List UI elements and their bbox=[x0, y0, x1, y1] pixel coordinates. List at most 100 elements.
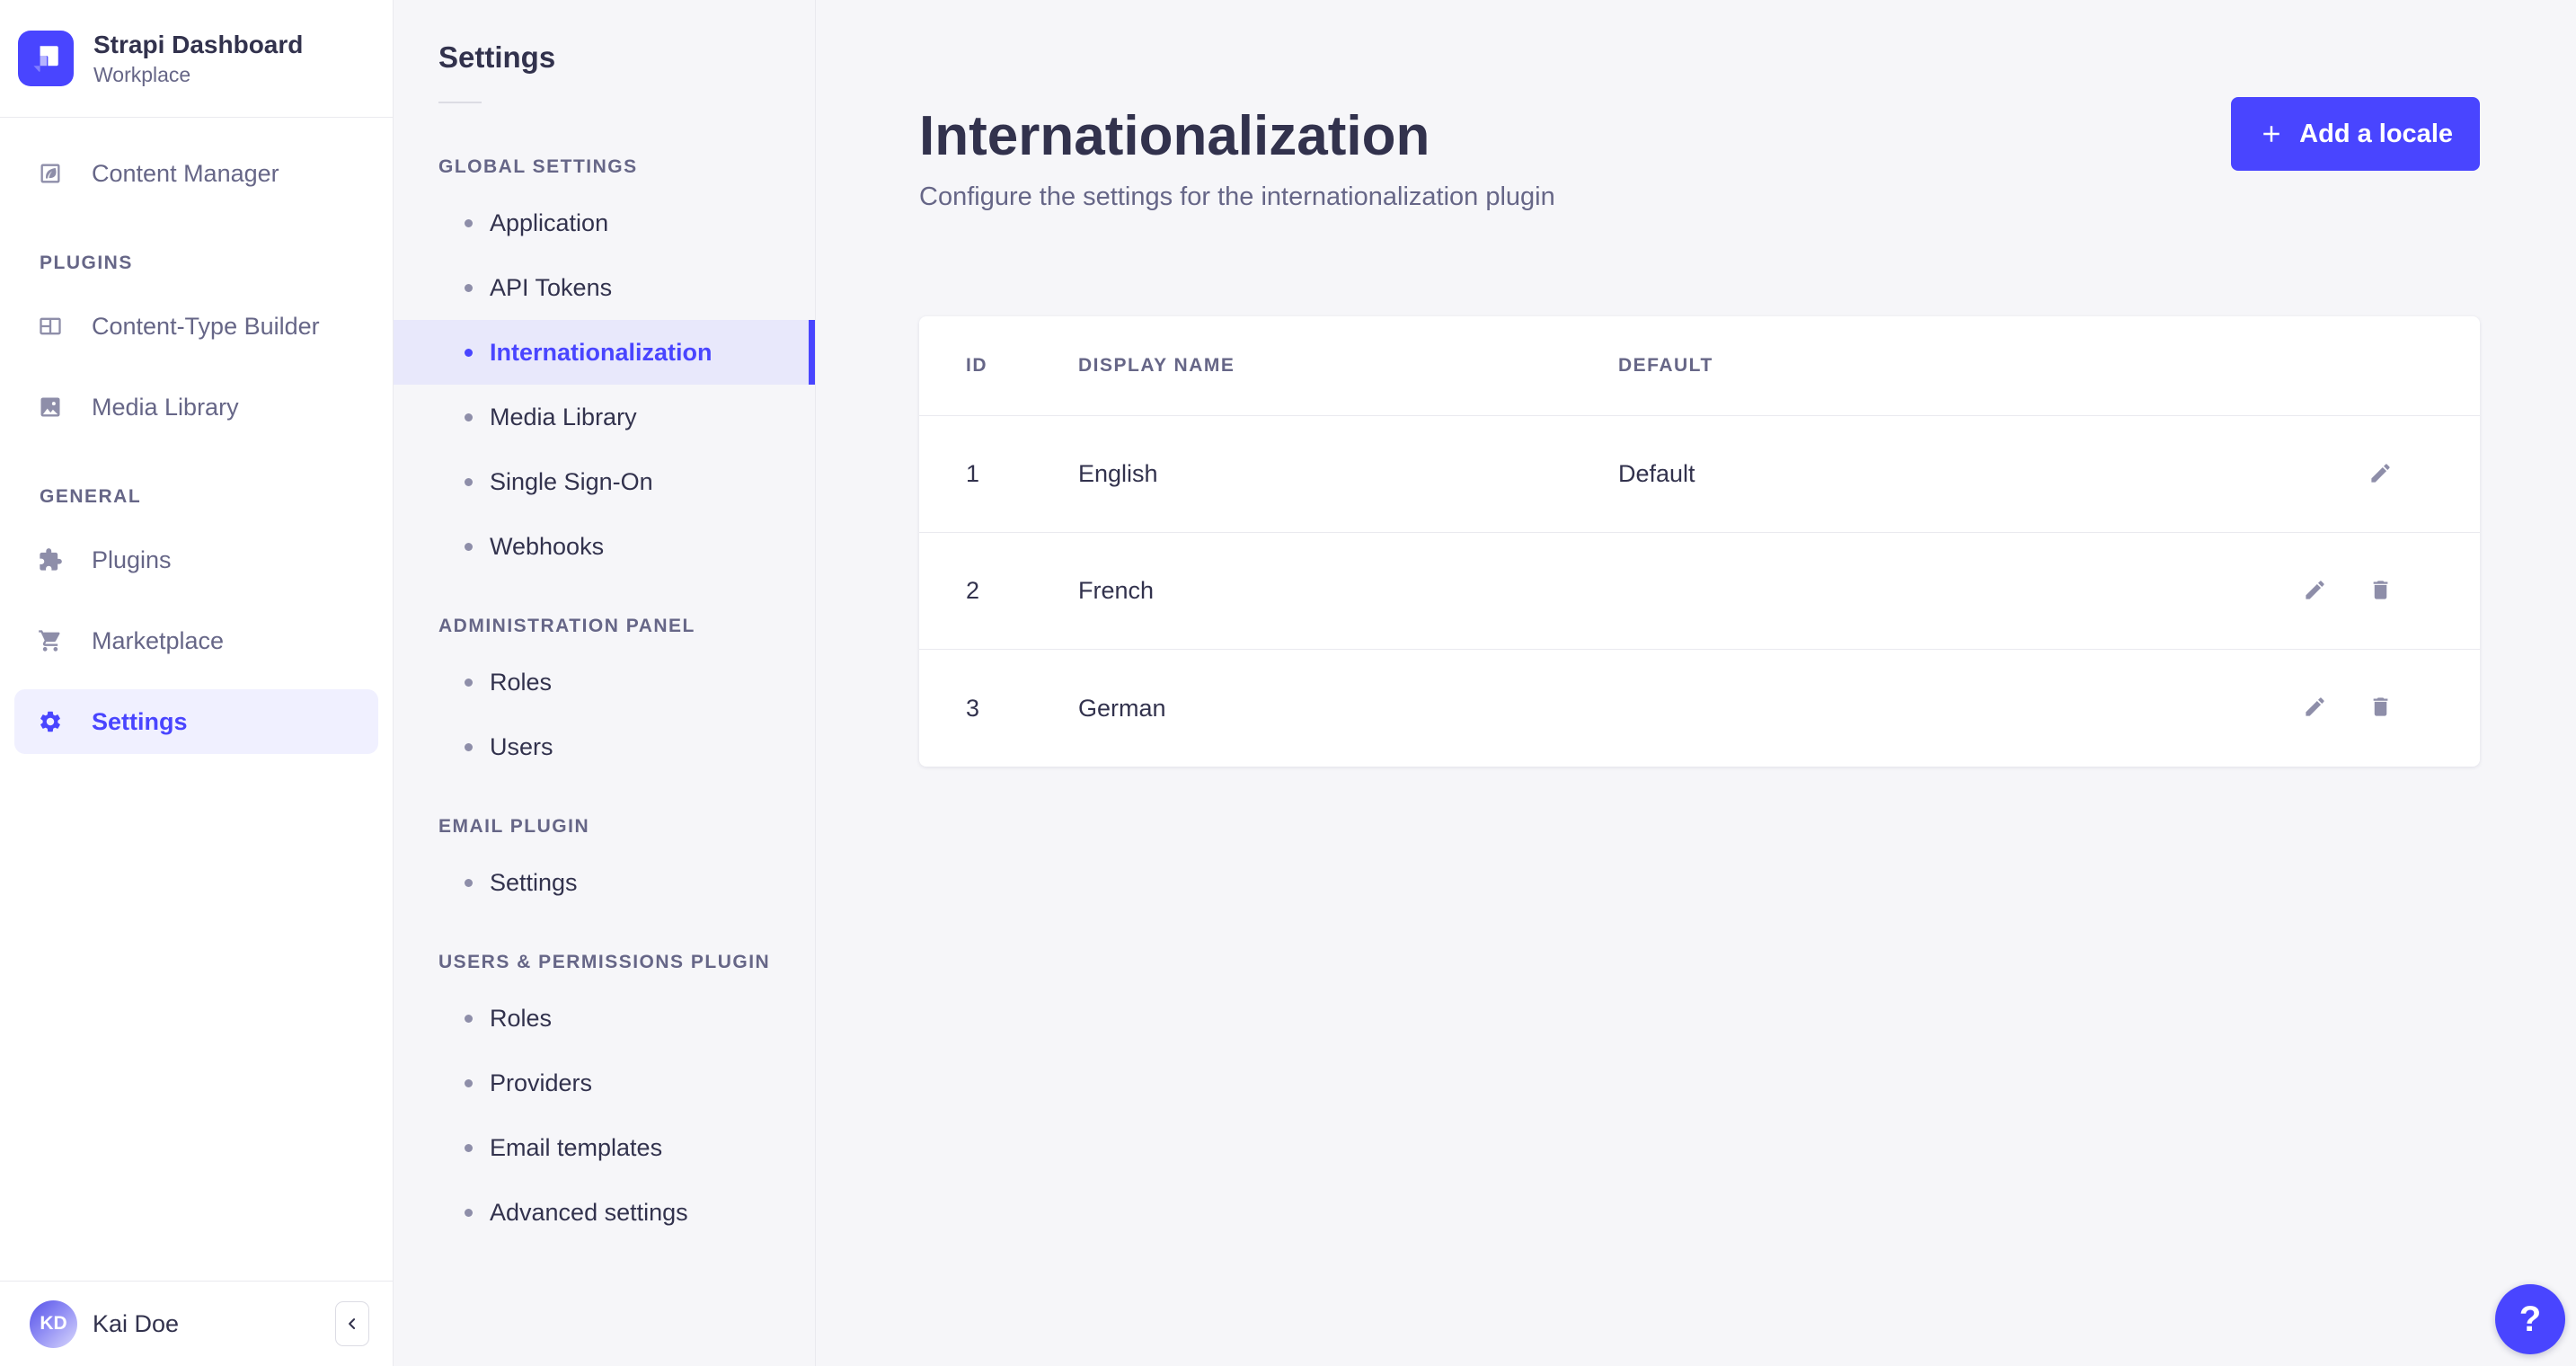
nav-section: Content Manager bbox=[13, 141, 380, 206]
settings-nav-item-label: Internationalization bbox=[490, 338, 713, 366]
media-library-icon bbox=[38, 395, 63, 420]
table-row: 3 German bbox=[919, 650, 2480, 767]
settings-nav-item-label: Advanced settings bbox=[490, 1198, 688, 1226]
settings-nav-item-advanced-settings[interactable]: Advanced settings bbox=[394, 1180, 815, 1245]
add-locale-label: Add a locale bbox=[2299, 119, 2453, 148]
sidebar-item-marketplace[interactable]: Marketplace bbox=[14, 608, 378, 673]
strapi-logo-icon bbox=[18, 31, 74, 86]
settings-nav-item-label: Roles bbox=[490, 1004, 553, 1032]
bullet-icon bbox=[465, 1208, 473, 1217]
delete-locale-button[interactable] bbox=[2368, 578, 2393, 605]
cell-id: 2 bbox=[966, 577, 980, 604]
pencil-icon bbox=[2368, 461, 2393, 485]
settings-nav-item-media-library[interactable]: Media Library bbox=[394, 385, 815, 449]
settings-nav-item-single-sign-on[interactable]: Single Sign-On bbox=[394, 449, 815, 514]
settings-nav-item-label: Providers bbox=[490, 1069, 593, 1096]
sidebar-item-plugins[interactable]: Plugins bbox=[14, 528, 378, 592]
avatar[interactable]: KD bbox=[30, 1299, 77, 1348]
settings-icon bbox=[38, 709, 63, 734]
sidebar-item-media-library[interactable]: Media Library bbox=[14, 375, 378, 439]
add-locale-button[interactable]: Add a locale bbox=[2231, 97, 2480, 171]
settings-nav-item-email-templates[interactable]: Email templates bbox=[394, 1115, 815, 1180]
nav-section-label: PLUGINS bbox=[40, 253, 133, 273]
cell-id: 1 bbox=[966, 460, 980, 487]
sidebar-item-content-type-builder[interactable]: Content-Type Builder bbox=[14, 294, 378, 359]
settings-nav-item-providers[interactable]: Providers bbox=[394, 1051, 815, 1115]
settings-nav-item-users[interactable]: Users bbox=[394, 714, 815, 779]
settings-nav-item-roles[interactable]: Roles bbox=[394, 986, 815, 1051]
settings-nav-section: ADMINISTRATION PANEL Roles Users bbox=[394, 615, 815, 779]
column-header-default: DEFAULT bbox=[1618, 355, 1713, 376]
row-actions bbox=[2303, 695, 2393, 722]
table-row: 1 English Default bbox=[919, 416, 2480, 533]
delete-locale-button[interactable] bbox=[2368, 695, 2393, 722]
settings-nav-items: Settings bbox=[394, 850, 815, 915]
brand-name: Strapi Dashboard bbox=[93, 31, 304, 58]
settings-nav-item-label: Settings bbox=[490, 868, 578, 896]
settings-nav-section: GLOBAL SETTINGS Application API Tokens Inte… bbox=[394, 155, 815, 579]
bullet-icon bbox=[465, 542, 473, 551]
row-actions bbox=[2303, 578, 2393, 605]
main-nav-sections: Content Manager PLUGINS Content-Type Build… bbox=[0, 118, 393, 1281]
user-name: Kai Doe bbox=[93, 1309, 180, 1337]
settings-nav-item-label: Users bbox=[490, 732, 553, 760]
settings-nav-item-api-tokens[interactable]: API Tokens bbox=[394, 255, 815, 320]
brand-text: Strapi Dashboard Workplace bbox=[93, 30, 303, 87]
sidebar-item-label: Settings bbox=[92, 707, 188, 735]
bullet-icon bbox=[465, 678, 473, 687]
sidebar-item-label: Plugins bbox=[92, 546, 172, 573]
divider bbox=[438, 102, 482, 103]
content-manager-icon bbox=[38, 161, 63, 186]
settings-nav-item-internationalization[interactable]: Internationalization bbox=[394, 320, 815, 385]
bullet-icon bbox=[465, 218, 473, 227]
brand[interactable]: Strapi Dashboard Workplace bbox=[0, 0, 393, 118]
bullet-icon bbox=[465, 878, 473, 887]
bullet-icon bbox=[465, 477, 473, 486]
nav-section: PLUGINS Content-Type Builder Media Library bbox=[13, 253, 380, 439]
chevron-left-icon bbox=[343, 1315, 361, 1333]
sidebar-item-label: Marketplace bbox=[92, 626, 225, 654]
help-button[interactable]: ? bbox=[2495, 1284, 2565, 1354]
main-content: Internationalization Configure the setti… bbox=[817, 0, 2576, 1366]
settings-sidebar: Settings GLOBAL SETTINGS Application API T… bbox=[394, 0, 816, 1366]
edit-locale-button[interactable] bbox=[2303, 695, 2327, 722]
settings-nav-item-roles[interactable]: Roles bbox=[394, 650, 815, 714]
plugins-icon bbox=[38, 547, 63, 572]
bullet-icon bbox=[465, 348, 473, 357]
settings-nav-item-webhooks[interactable]: Webhooks bbox=[394, 514, 815, 579]
content-type-builder-icon bbox=[38, 314, 63, 339]
trash-icon bbox=[2368, 578, 2393, 602]
sidebar-item-content-manager[interactable]: Content Manager bbox=[14, 141, 378, 206]
settings-nav-item-label: Email templates bbox=[490, 1133, 663, 1161]
settings-nav-section-label: GLOBAL SETTINGS bbox=[438, 156, 638, 177]
edit-locale-button[interactable] bbox=[2303, 578, 2327, 605]
bullet-icon bbox=[465, 742, 473, 751]
settings-nav-section: EMAIL PLUGIN Settings bbox=[394, 815, 815, 915]
settings-nav-items: Roles Providers Email templates Advanced se… bbox=[394, 986, 815, 1245]
cell-display-name: German bbox=[1078, 694, 1166, 722]
settings-nav-title: Settings bbox=[438, 40, 556, 74]
column-header-id: ID bbox=[966, 355, 987, 376]
bullet-icon bbox=[465, 1143, 473, 1152]
cell-default: Default bbox=[1618, 460, 1695, 487]
settings-nav-items: Roles Users bbox=[394, 650, 815, 779]
edit-locale-button[interactable] bbox=[2368, 461, 2393, 488]
bullet-icon bbox=[465, 412, 473, 421]
table-header-row: ID DISPLAY NAME DEFAULT bbox=[919, 316, 2480, 416]
settings-nav-item-settings[interactable]: Settings bbox=[394, 850, 815, 915]
settings-nav-item-label: Roles bbox=[490, 668, 553, 696]
settings-nav-section-label: USERS & PERMISSIONS PLUGIN bbox=[438, 952, 771, 972]
settings-nav-section-label: EMAIL PLUGIN bbox=[438, 816, 590, 837]
bullet-icon bbox=[465, 1078, 473, 1087]
bullet-icon bbox=[465, 1014, 473, 1023]
settings-nav-item-application[interactable]: Application bbox=[394, 191, 815, 255]
settings-nav-items: Application API Tokens Internationalizatio… bbox=[394, 191, 815, 579]
pencil-icon bbox=[2303, 695, 2327, 719]
settings-nav-section: USERS & PERMISSIONS PLUGIN Roles Providers… bbox=[394, 951, 815, 1245]
collapse-sidebar-button[interactable] bbox=[335, 1301, 369, 1346]
plus-icon bbox=[2258, 120, 2285, 147]
question-mark-icon: ? bbox=[2518, 1299, 2542, 1339]
row-actions bbox=[2368, 461, 2393, 488]
sidebar-item-settings[interactable]: Settings bbox=[14, 689, 378, 754]
brand-workplace: Workplace bbox=[93, 63, 191, 86]
